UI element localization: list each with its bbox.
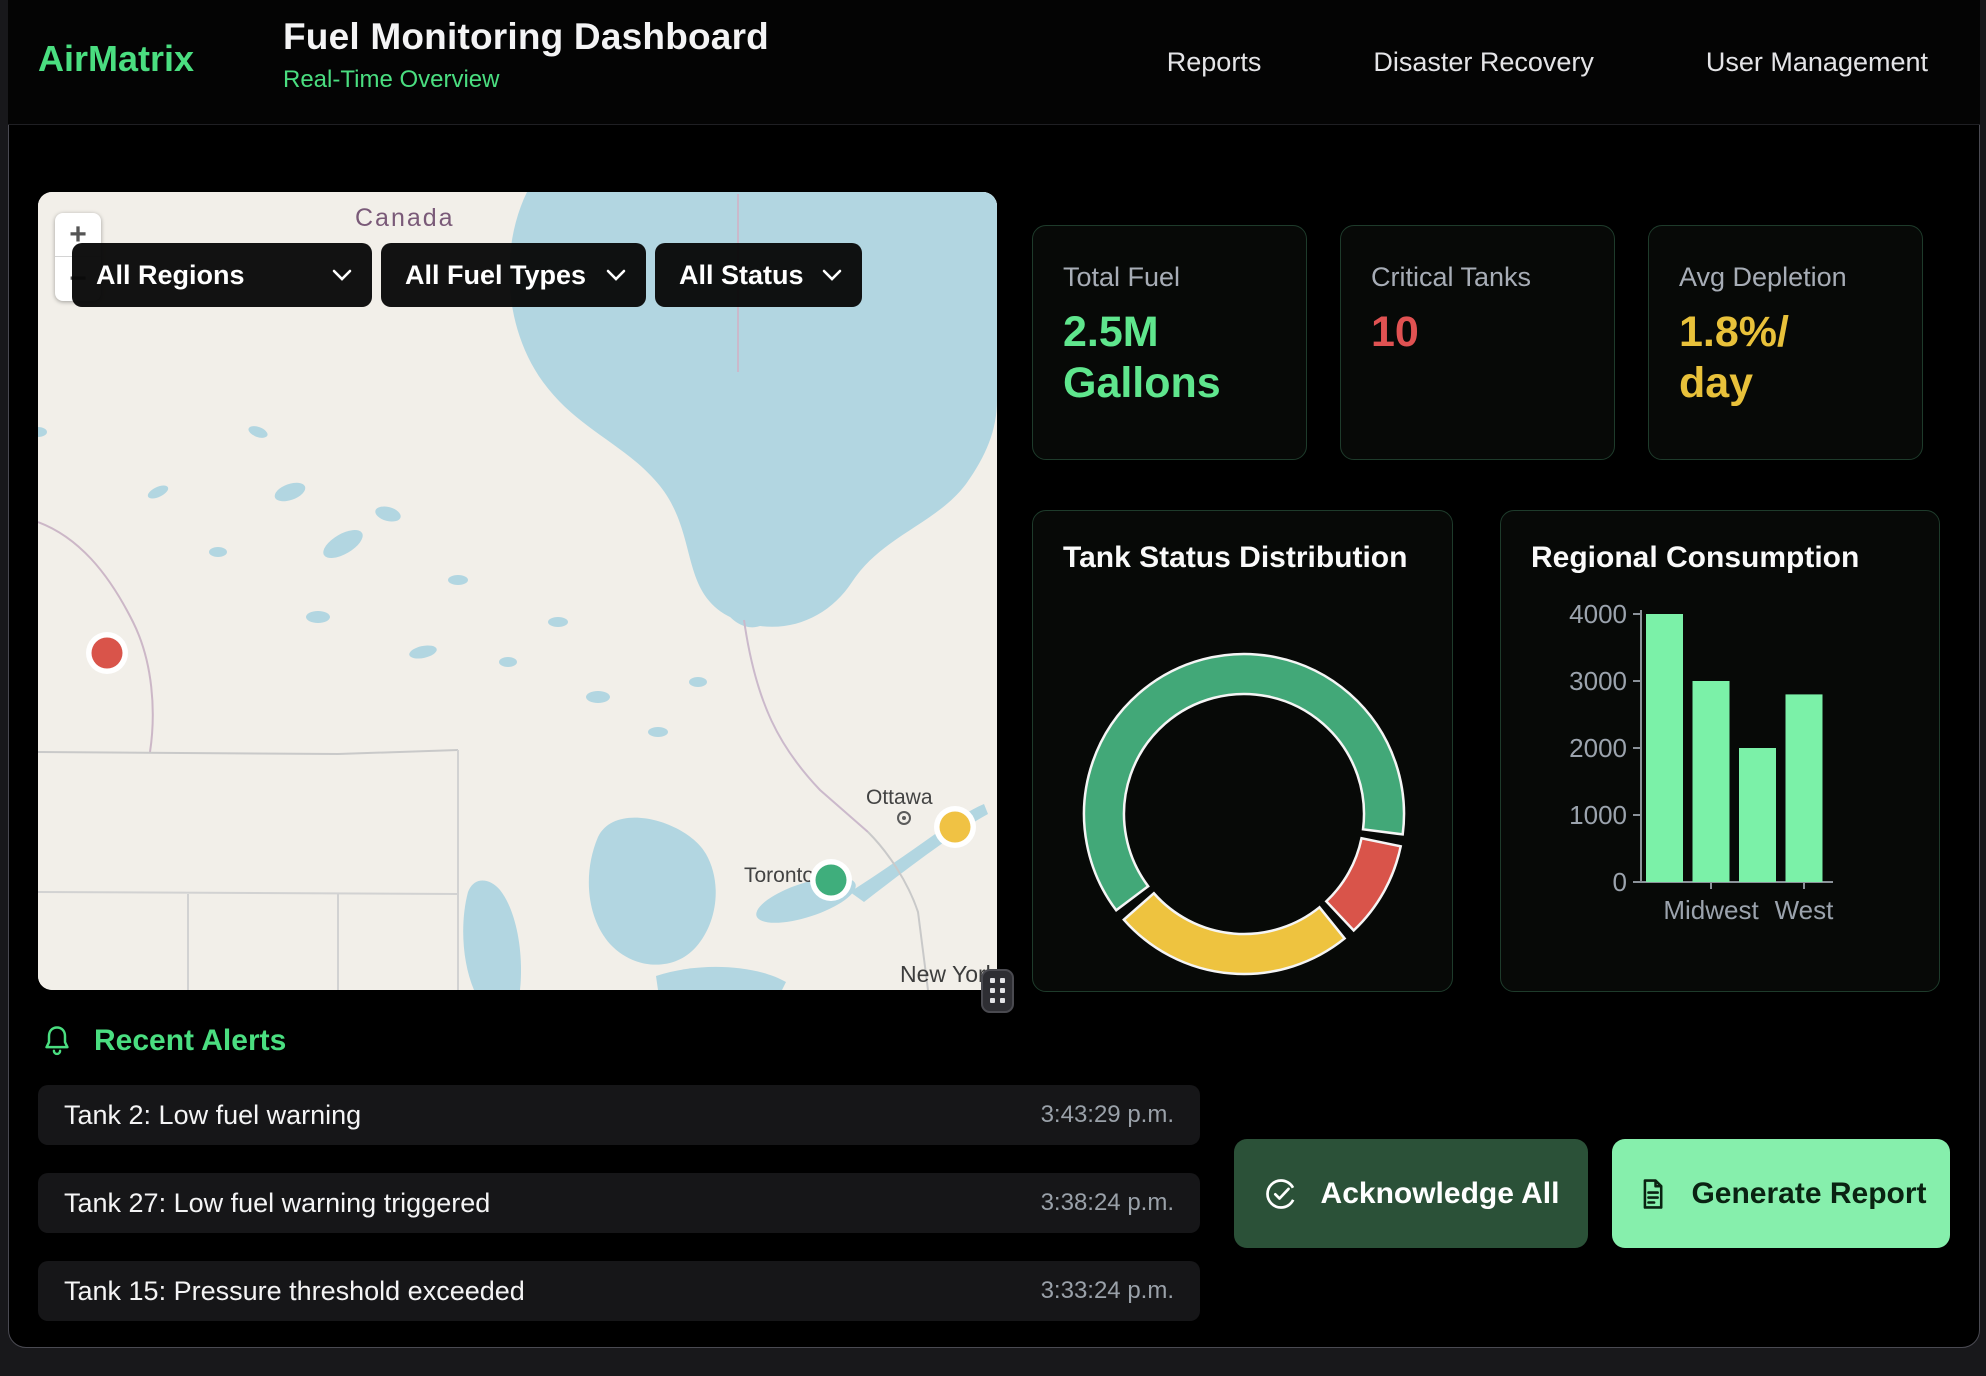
alert-timestamp: 3:43:29 p.m. — [1041, 1101, 1174, 1129]
filter-label: All Fuel Types — [405, 260, 586, 291]
chevron-down-icon — [606, 269, 626, 281]
recent-alerts-header: Recent Alerts — [42, 1024, 286, 1058]
y-tick-label: 3000 — [1569, 666, 1627, 696]
filter-all-status[interactable]: All Status — [655, 243, 862, 307]
alert-timestamp: 3:33:24 p.m. — [1041, 1277, 1174, 1305]
filter-all-fuel-types[interactable]: All Fuel Types — [381, 243, 646, 307]
chevron-down-icon — [332, 269, 352, 281]
alert-row-0[interactable]: Tank 2: Low fuel warning 3:43:29 p.m. — [38, 1085, 1200, 1145]
page-subtitle: Real-Time Overview — [283, 66, 769, 94]
bar-1 — [1693, 681, 1730, 882]
stat-card-total-fuel: Total Fuel 2.5M Gallons — [1032, 225, 1307, 460]
top-bar: AirMatrix Fuel Monitoring Dashboard Real… — [8, 0, 1980, 125]
tank-marker-warning[interactable] — [940, 812, 971, 843]
map-filter-bar: All Regions All Fuel Types All Status — [72, 243, 862, 307]
stat-value: 1.8%/ day — [1679, 307, 1892, 408]
generate-report-label: Generate Report — [1691, 1177, 1926, 1211]
alert-timestamp: 3:38:24 p.m. — [1041, 1189, 1174, 1217]
nav-item-reports[interactable]: Reports — [1167, 47, 1262, 78]
stat-card-critical-tanks: Critical Tanks 10 — [1340, 225, 1615, 460]
map-label-toronto: Toronto — [744, 864, 814, 887]
filter-label: All Regions — [96, 260, 245, 291]
alert-message: Tank 27: Low fuel warning triggered — [64, 1188, 490, 1219]
bar-2 — [1739, 748, 1776, 882]
donut-segment-warning — [1124, 893, 1345, 974]
alert-list: Tank 2: Low fuel warning3:43:29 p.m.Tank… — [38, 1085, 1200, 1349]
resize-handle[interactable] — [981, 969, 1014, 1013]
map-canvas[interactable]: Canada Ottawa Toronto New York — [38, 192, 997, 990]
alert-actions: Acknowledge All Generate Report — [1234, 1139, 1950, 1248]
regional-consumption-card: Regional Consumption 01000200030004000Mi… — [1500, 510, 1940, 992]
alert-message: Tank 2: Low fuel warning — [64, 1100, 361, 1131]
bar-3 — [1786, 694, 1823, 882]
dashboard-page: AirMatrix Fuel Monitoring Dashboard Real… — [0, 0, 1986, 1376]
ottawa-town-dot — [902, 816, 906, 820]
acknowledge-all-label: Acknowledge All — [1321, 1177, 1560, 1211]
top-nav: Reports Disaster Recovery User Management — [1167, 0, 1928, 125]
alert-row-1[interactable]: Tank 27: Low fuel warning triggered 3:38:… — [38, 1173, 1200, 1233]
stat-value: 10 — [1371, 307, 1584, 358]
nav-item-user-management[interactable]: User Management — [1706, 47, 1928, 78]
chevron-down-icon — [822, 269, 842, 281]
stat-card-avg-depletion: Avg Depletion 1.8%/ day — [1648, 225, 1923, 460]
bar-0 — [1646, 614, 1683, 882]
nav-item-disaster-recovery[interactable]: Disaster Recovery — [1373, 47, 1594, 78]
recent-alerts-title: Recent Alerts — [94, 1024, 286, 1058]
title-block: Fuel Monitoring Dashboard Real-Time Over… — [283, 16, 769, 94]
brand-logo: AirMatrix — [38, 38, 194, 80]
x-tick-label-midwest: Midwest — [1663, 895, 1759, 925]
generate-report-button[interactable]: Generate Report — [1612, 1139, 1950, 1248]
acknowledge-all-button[interactable]: Acknowledge All — [1234, 1139, 1588, 1248]
stat-label: Critical Tanks — [1371, 262, 1584, 293]
bell-icon — [42, 1025, 72, 1057]
y-tick-label: 1000 — [1569, 800, 1627, 830]
donut-chart — [1033, 511, 1454, 993]
check-circle-icon — [1263, 1176, 1299, 1212]
y-tick-label: 0 — [1613, 867, 1627, 897]
map-panel[interactable]: Canada Ottawa Toronto New York + − All R… — [38, 192, 997, 990]
alert-row-2[interactable]: Tank 15: Pressure threshold exceeded 3:33… — [38, 1261, 1200, 1321]
document-icon — [1635, 1177, 1669, 1211]
y-tick-label: 4000 — [1569, 599, 1627, 629]
stat-label: Avg Depletion — [1679, 262, 1892, 293]
stat-label: Total Fuel — [1063, 262, 1276, 293]
tank-marker-critical[interactable] — [92, 638, 123, 669]
map-label-ottawa: Ottawa — [866, 786, 933, 809]
stat-value: 2.5M Gallons — [1063, 307, 1276, 408]
filter-all-regions[interactable]: All Regions — [72, 243, 372, 307]
tank-marker-normal[interactable] — [816, 865, 847, 896]
stat-cards-row: Total Fuel 2.5M Gallons Critical Tanks 10 Av… — [1032, 225, 1924, 460]
alert-message: Tank 15: Pressure threshold exceeded — [64, 1276, 525, 1307]
bar-chart: 0 1000 2000 3000 4000 Midwest West — [1501, 511, 1941, 993]
page-title: Fuel Monitoring Dashboard — [283, 16, 769, 58]
filter-label: All Status — [679, 260, 804, 291]
donut-segment-critical — [1326, 838, 1400, 930]
map-label-canada: Canada — [355, 204, 455, 232]
y-tick-label: 2000 — [1569, 733, 1627, 763]
x-tick-label-west: West — [1775, 895, 1835, 925]
tank-status-card: Tank Status Distribution — [1032, 510, 1453, 992]
